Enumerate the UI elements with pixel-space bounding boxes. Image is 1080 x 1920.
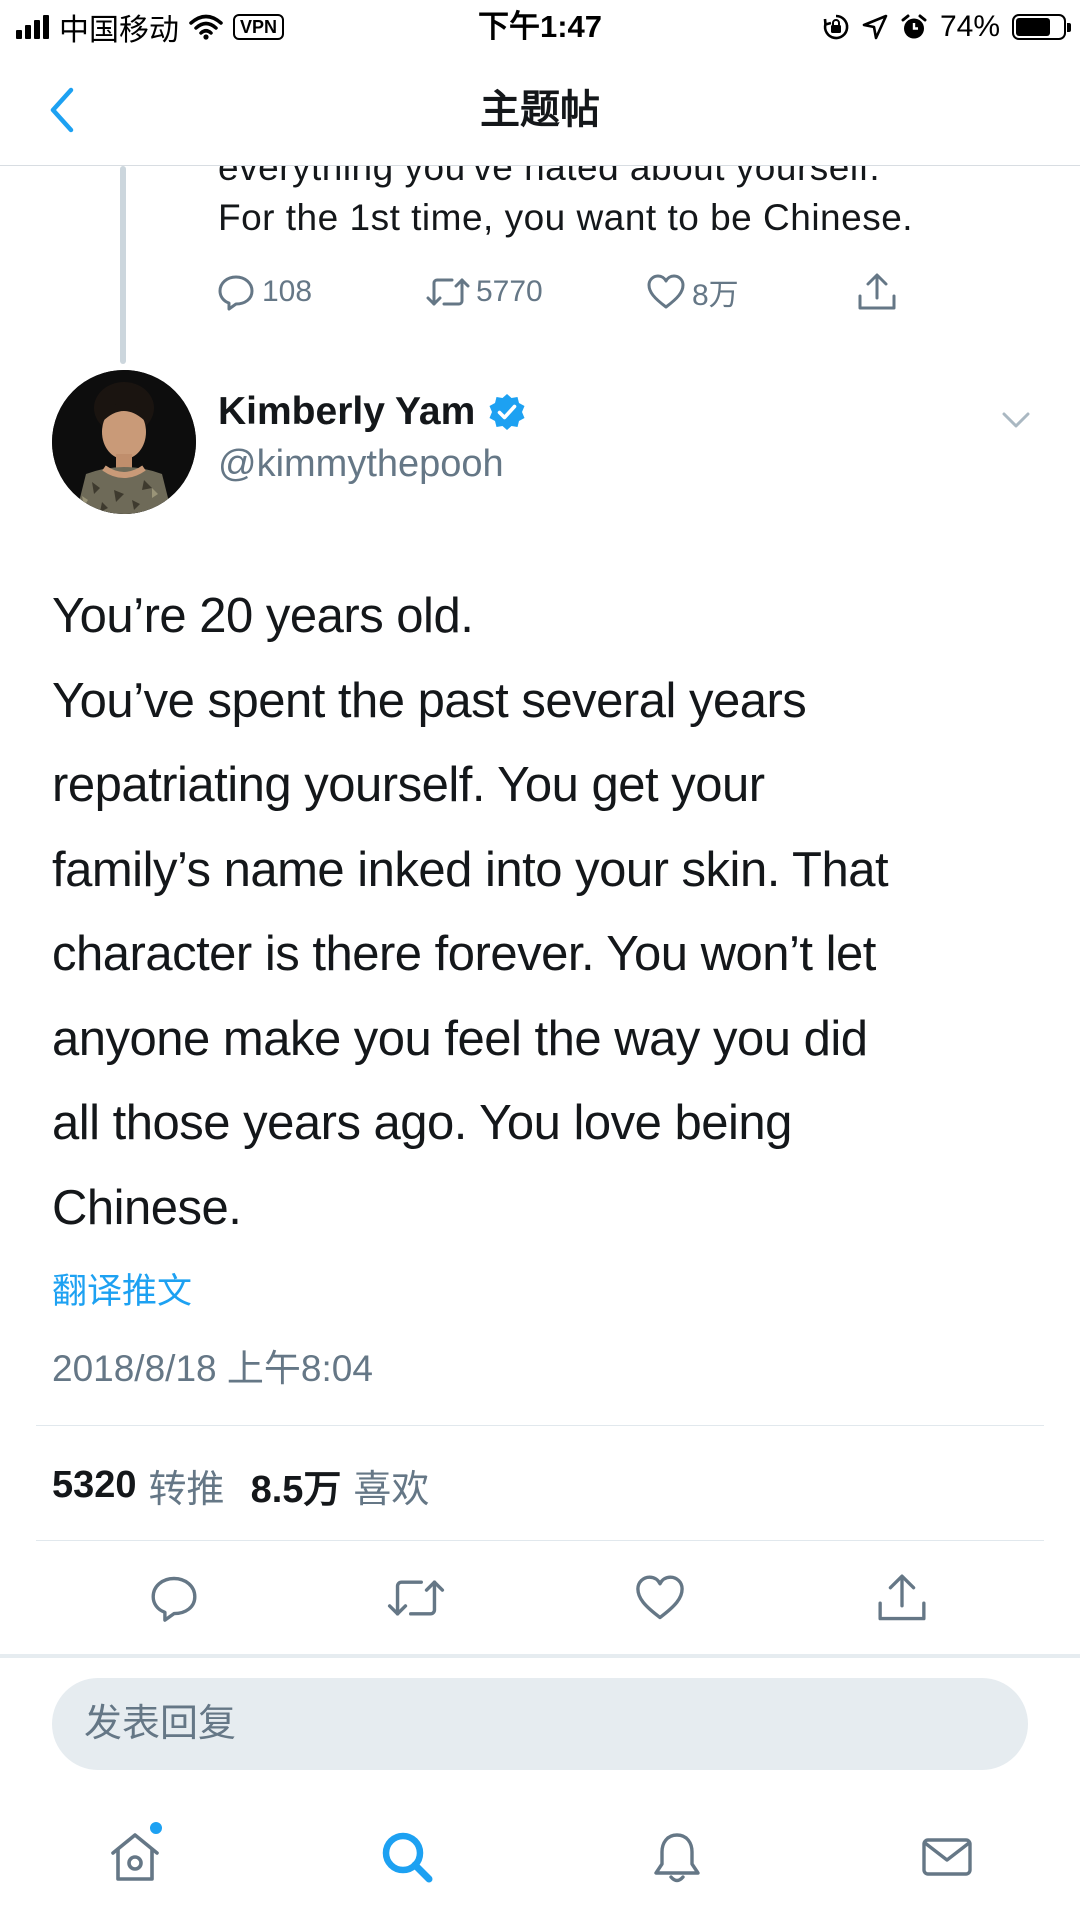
orientation-lock-icon (823, 14, 849, 40)
retweet-icon (426, 278, 470, 306)
reply-button[interactable] (144, 1568, 204, 1628)
share-button[interactable] (872, 1568, 932, 1628)
tweet-text-line: all those years ago. You love being (52, 1096, 792, 1150)
share-icon (878, 1574, 926, 1621)
avatar-photo (52, 370, 196, 514)
tweet-text-line: family’s name inked into your skin. That (52, 842, 889, 897)
chevron-down-icon (1002, 412, 1030, 428)
tweet-text-line: You’ve spent the past several years (52, 673, 807, 728)
previous-like-count: 8万 (692, 279, 739, 312)
battery-percent: 74% (939, 10, 1000, 43)
avatar[interactable] (52, 370, 196, 514)
heart-icon (647, 274, 685, 309)
tab-messages[interactable] (912, 1822, 982, 1892)
tweet-text-line: character is there forever. You won’t le… (52, 927, 876, 981)
author-name-text: Kimberly Yam (218, 390, 476, 433)
retweet-label[interactable]: 转推 (149, 1458, 225, 1513)
retweet-icon (387, 1580, 445, 1616)
divider (36, 1540, 1044, 1541)
location-icon (862, 14, 888, 40)
translate-tweet-link[interactable]: 翻译推文 (52, 1268, 192, 1316)
divider (36, 1425, 1044, 1426)
tweet-text-line: anyone make you feel the way you did (52, 1011, 868, 1066)
author-handle[interactable]: @kimmythepooh (218, 440, 504, 488)
like-count[interactable]: 8.5万 (251, 1458, 342, 1513)
section-separator (0, 1654, 1080, 1658)
battery-icon (1012, 14, 1071, 40)
new-tweets-dot (148, 1820, 164, 1836)
like-label[interactable]: 喜欢 (353, 1458, 429, 1513)
nav-bar: 主题帖 (0, 54, 1080, 166)
home-icon (111, 1833, 159, 1881)
author-name[interactable]: Kimberly Yam (218, 388, 527, 436)
previous-reply-count: 108 (262, 275, 313, 308)
app-screen: 中国移动 VPN 下午1:47 74% 主题帖 everything you'v… (0, 0, 1080, 1920)
tab-home[interactable] (100, 1820, 170, 1892)
previous-tweet-line: For the 1st time, you want to be Chinese… (218, 197, 914, 238)
thread-connector (120, 166, 126, 364)
tweet-text: You’re 20 years old. You’ve spent the pa… (52, 574, 1052, 1250)
tweet-text-line: Chinese. (52, 1180, 242, 1235)
notifications-icon (654, 1833, 700, 1883)
tweet-stats: 5320 转推 8.5万 喜欢 (52, 1458, 455, 1512)
status-bar: 中国移动 VPN 下午1:47 74% (0, 0, 1080, 54)
previous-share-button[interactable] (856, 268, 898, 316)
like-button[interactable] (630, 1568, 690, 1628)
previous-reply-button[interactable]: 108 (216, 268, 312, 316)
messages-icon (922, 1838, 972, 1876)
previous-tweet-actions: 108 5770 8万 (216, 268, 916, 316)
verified-badge-icon (489, 394, 525, 430)
tweet-timestamp: 2018/8/18 上午8:04 (52, 1348, 373, 1389)
previous-retweet-button[interactable]: 5770 (426, 268, 543, 316)
search-icon (382, 1832, 433, 1883)
tab-search[interactable] (372, 1822, 442, 1892)
status-right: 74% (822, 8, 1071, 46)
previous-like-button[interactable]: 8万 (646, 268, 739, 316)
retweet-count[interactable]: 5320 (52, 1464, 137, 1507)
tab-notifications[interactable] (642, 1822, 712, 1892)
reply-input[interactable] (52, 1678, 1028, 1770)
tab-bar (0, 1800, 1080, 1920)
share-icon (858, 273, 896, 310)
retweet-button[interactable] (386, 1568, 446, 1628)
heart-icon (636, 1575, 684, 1620)
previous-retweet-count: 5770 (476, 275, 543, 308)
tweet-text-line: You’re 20 years old. (52, 589, 474, 643)
tweet-menu-button[interactable] (996, 400, 1036, 440)
reply-icon (151, 1576, 197, 1622)
tweet-actions (0, 1568, 1080, 1628)
battery-level (1016, 18, 1051, 36)
reply-icon (218, 275, 254, 311)
previous-tweet-text[interactable]: everything you've hated about yourself. … (218, 166, 1068, 242)
alarm-icon (901, 14, 927, 39)
tweet-text-line: repatriating yourself. You get your (52, 758, 765, 812)
page-title: 主题帖 (480, 88, 600, 132)
previous-tweet-line-clipped: everything you've hated about yourself. (218, 166, 881, 188)
